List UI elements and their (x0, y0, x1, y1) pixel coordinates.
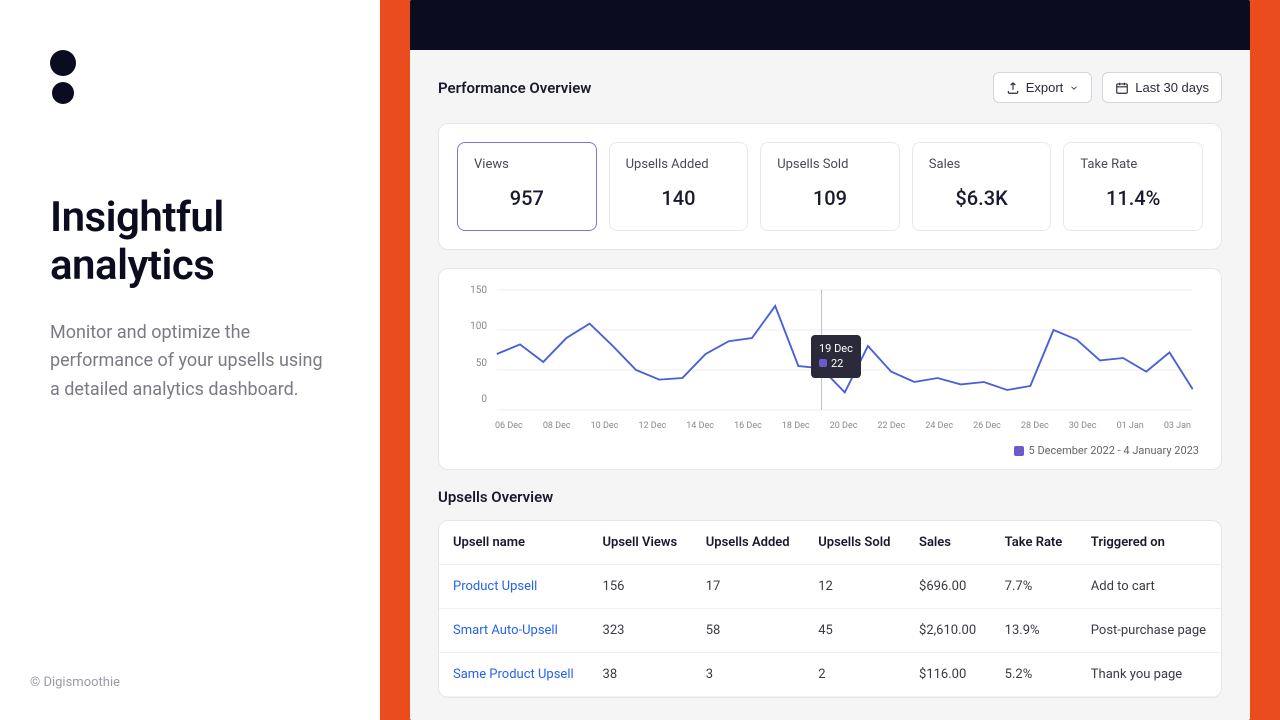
cell-sold: 12 (804, 565, 905, 609)
metric-label: Upsells Sold (777, 157, 883, 172)
metric-value: 957 (474, 186, 580, 210)
metric-sales[interactable]: Sales $6.3K (912, 142, 1052, 231)
chart-x-axis: 06 Dec 08 Dec 10 Dec 12 Dec 14 Dec 16 De… (461, 421, 1199, 431)
tooltip-value: 22 (831, 357, 843, 370)
content-header: Performance Overview Export Last 30 days (438, 72, 1222, 103)
page-heading: Insightful analytics (50, 194, 330, 291)
logo (50, 50, 330, 104)
cell-sales: $116.00 (905, 653, 991, 697)
metric-value: $6.3K (929, 186, 1035, 210)
chevron-down-icon (1069, 83, 1079, 93)
metric-take-rate[interactable]: Take Rate 11.4% (1063, 142, 1203, 231)
cell-sales: $696.00 (905, 565, 991, 609)
daterange-label: Last 30 days (1135, 80, 1209, 95)
legend-color-swatch (1014, 446, 1024, 456)
export-label: Export (1026, 80, 1064, 95)
tooltip-date: 19 Dec (819, 341, 853, 356)
cell-rate: 7.7% (991, 565, 1077, 609)
metrics-card: Views 957 Upsells Added 140 Upsells Sold… (438, 123, 1222, 250)
cell-views: 38 (589, 653, 692, 697)
daterange-button[interactable]: Last 30 days (1102, 72, 1222, 103)
upsell-link[interactable]: Same Product Upsell (439, 653, 589, 697)
upsells-table: Upsell name Upsell Views Upsells Added U… (438, 520, 1222, 698)
cell-sold: 45 (804, 609, 905, 653)
cell-rate: 13.9% (991, 609, 1077, 653)
col-views[interactable]: Upsell Views (589, 521, 692, 565)
upload-icon (1006, 81, 1020, 95)
table-header-row: Upsell name Upsell Views Upsells Added U… (439, 521, 1221, 565)
metric-label: Sales (929, 157, 1035, 172)
footer-copyright: © Digismoothie (30, 675, 120, 690)
export-button[interactable]: Export (993, 72, 1093, 103)
col-sold[interactable]: Upsells Sold (804, 521, 905, 565)
cell-sales: $2,610.00 (905, 609, 991, 653)
metric-value: 140 (626, 186, 732, 210)
col-name[interactable]: Upsell name (439, 521, 589, 565)
chart-legend: 5 December 2022 - 4 January 2023 (461, 444, 1199, 457)
col-rate[interactable]: Take Rate (991, 521, 1077, 565)
metric-label: Views (474, 157, 580, 172)
col-sales[interactable]: Sales (905, 521, 991, 565)
logo-dot-bottom (52, 82, 74, 104)
header-actions: Export Last 30 days (993, 72, 1222, 103)
cell-trigger: Thank you page (1077, 653, 1221, 697)
upsell-link[interactable]: Product Upsell (439, 565, 589, 609)
cell-trigger: Add to cart (1077, 565, 1221, 609)
table-row: Product Upsell 156 17 12 $696.00 7.7% Ad… (439, 565, 1221, 609)
cell-views: 156 (589, 565, 692, 609)
table-row: Smart Auto-Upsell 323 58 45 $2,610.00 13… (439, 609, 1221, 653)
metric-upsells-added[interactable]: Upsells Added 140 (609, 142, 749, 231)
table-title: Upsells Overview (438, 488, 1222, 506)
metric-value: 11.4% (1080, 186, 1186, 210)
app-topbar (410, 0, 1250, 50)
tooltip-color-swatch (819, 359, 827, 367)
page-subtext: Monitor and optimize the performance of … (50, 319, 330, 405)
cell-added: 3 (692, 653, 804, 697)
table-row: Same Product Upsell 38 3 2 $116.00 5.2% … (439, 653, 1221, 697)
chart-area[interactable]: 150 100 50 0 (461, 285, 1199, 440)
cell-trigger: Post-purchase page (1077, 609, 1221, 653)
col-trigger[interactable]: Triggered on (1077, 521, 1221, 565)
app-content: Performance Overview Export Last 30 days (410, 50, 1250, 716)
metric-label: Take Rate (1080, 157, 1186, 172)
marketing-sidebar: Insightful analytics Monitor and optimiz… (0, 0, 380, 720)
logo-dot-top (50, 50, 76, 76)
cell-rate: 5.2% (991, 653, 1077, 697)
chart-tooltip: 19 Dec 22 (811, 335, 861, 378)
chart-card: 150 100 50 0 (438, 268, 1222, 470)
app-window: Performance Overview Export Last 30 days (410, 0, 1250, 720)
legend-text: 5 December 2022 - 4 January 2023 (1029, 444, 1199, 457)
col-added[interactable]: Upsells Added (692, 521, 804, 565)
calendar-icon (1115, 81, 1129, 95)
metric-value: 109 (777, 186, 883, 210)
cell-added: 58 (692, 609, 804, 653)
metric-views[interactable]: Views 957 (457, 142, 597, 231)
metric-upsells-sold[interactable]: Upsells Sold 109 (760, 142, 900, 231)
upsell-link[interactable]: Smart Auto-Upsell (439, 609, 589, 653)
cell-added: 17 (692, 565, 804, 609)
app-frame: Performance Overview Export Last 30 days (380, 0, 1280, 720)
metric-label: Upsells Added (626, 157, 732, 172)
cell-sold: 2 (804, 653, 905, 697)
section-title: Performance Overview (438, 79, 591, 97)
cell-views: 323 (589, 609, 692, 653)
chart-y-axis: 150 100 50 0 (461, 285, 487, 405)
